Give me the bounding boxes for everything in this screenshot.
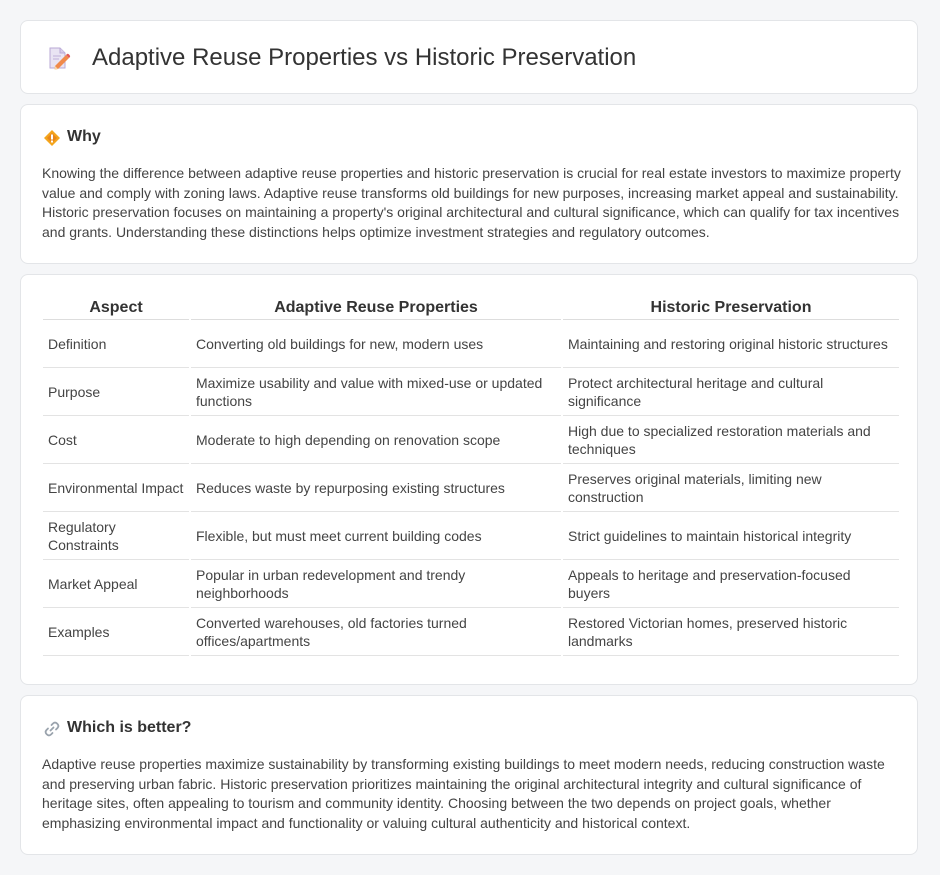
header-adaptive-reuse: Adaptive Reuse Properties: [189, 297, 562, 320]
aspect-cell: Market Appeal: [43, 559, 190, 608]
historic-preservation-cell: Restored Victorian homes, preserved hist…: [561, 607, 899, 656]
table-row: Cost Moderate to high depending on renov…: [43, 415, 899, 464]
adaptive-reuse-cell: Moderate to high depending on renovation…: [189, 415, 562, 464]
header-card: Adaptive Reuse Properties vs Historic Pr…: [20, 20, 918, 94]
aspect-cell: Environmental Impact: [43, 463, 190, 512]
historic-preservation-cell: Protect architectural heritage and cultu…: [561, 367, 899, 416]
comparison-section: Aspect Adaptive Reuse Properties Histori…: [20, 274, 918, 685]
aspect-cell: Examples: [43, 607, 190, 656]
page-title: Adaptive Reuse Properties vs Historic Pr…: [92, 44, 637, 71]
which-is-better-section: Which is better? Adaptive reuse properti…: [20, 695, 918, 855]
table-row: Examples Converted warehouses, old facto…: [43, 607, 899, 656]
link-icon: [44, 721, 60, 737]
table-row: Environmental Impact Reduces waste by re…: [43, 463, 899, 512]
aspect-cell: Regulatory Constraints: [43, 511, 190, 560]
adaptive-reuse-cell: Maximize usability and value with mixed-…: [189, 367, 562, 416]
historic-preservation-cell: Preserves original materials, limiting n…: [561, 463, 899, 512]
adaptive-reuse-cell: Converted warehouses, old factories turn…: [189, 607, 562, 656]
historic-preservation-cell: Strict guidelines to maintain historical…: [561, 511, 899, 560]
why-text: Knowing the difference between adaptive …: [42, 165, 901, 240]
comparison-table: Aspect Adaptive Reuse Properties Histori…: [43, 297, 899, 656]
table-row: Purpose Maximize usability and value wit…: [43, 367, 899, 416]
adaptive-reuse-cell: Reduces waste by repurposing existing st…: [189, 463, 562, 512]
adaptive-reuse-cell: Flexible, but must meet current building…: [189, 511, 562, 560]
aspect-cell: Definition: [43, 319, 190, 368]
which-is-better-heading: Which is better?: [67, 719, 192, 736]
table-row: Market Appeal Popular in urban redevelop…: [43, 559, 899, 608]
adaptive-reuse-cell: Converting old buildings for new, modern…: [189, 319, 562, 368]
historic-preservation-cell: Maintaining and restoring original histo…: [561, 319, 899, 368]
table-row: Definition Converting old buildings for …: [43, 319, 899, 368]
historic-preservation-cell: Appeals to heritage and preservation-foc…: [561, 559, 899, 608]
document-pencil-icon: [49, 47, 71, 70]
diamond-warning-icon: [44, 130, 60, 146]
header-aspect: Aspect: [43, 297, 190, 320]
table-header-row: Aspect Adaptive Reuse Properties Histori…: [43, 297, 899, 320]
why-heading: Why: [67, 128, 101, 145]
aspect-cell: Purpose: [43, 367, 190, 416]
table-row: Regulatory Constraints Flexible, but mus…: [43, 511, 899, 560]
which-is-better-text: Adaptive reuse properties maximize susta…: [42, 756, 885, 831]
why-section: Why Knowing the difference between adapt…: [20, 104, 918, 264]
header-historic-preservation: Historic Preservation: [561, 297, 899, 320]
adaptive-reuse-cell: Popular in urban redevelopment and trend…: [189, 559, 562, 608]
historic-preservation-cell: High due to specialized restoration mate…: [561, 415, 899, 464]
aspect-cell: Cost: [43, 415, 190, 464]
